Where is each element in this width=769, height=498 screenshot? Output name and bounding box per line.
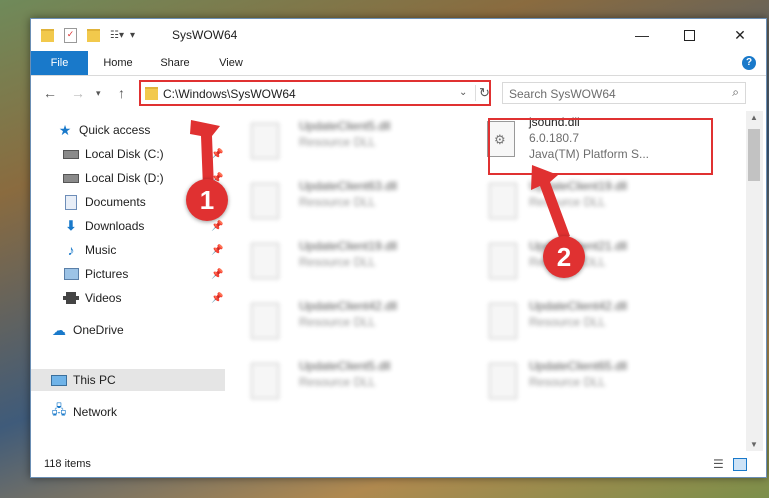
folder-icon	[145, 87, 158, 100]
sidebar-item-local-disk-c[interactable]: Local Disk (C:) 📌	[31, 143, 225, 165]
star-icon: ★	[58, 121, 72, 138]
file-item[interactable]: UpdateClient42.dll Resource DLL	[226, 295, 446, 345]
dll-file-icon	[484, 181, 520, 221]
sidebar-item-pictures[interactable]: Pictures 📌	[31, 263, 225, 285]
window-title: SysWOW64	[172, 28, 238, 42]
large-icons-view-icon[interactable]	[733, 458, 747, 471]
toolbar-dropdown-icon[interactable]: ▾	[130, 30, 135, 41]
status-bar: 118 items ☰	[31, 451, 766, 477]
up-arrow-icon[interactable]: ↑	[118, 85, 125, 101]
minimize-icon: —	[635, 27, 649, 43]
dll-file-icon	[246, 361, 282, 401]
sidebar-item-network[interactable]: 🖧 Network	[31, 401, 225, 423]
tab-share[interactable]: Share	[155, 51, 195, 75]
pin-icon[interactable]: 📌	[211, 293, 223, 304]
sidebar-item-this-pc[interactable]: This PC	[31, 369, 225, 391]
computer-icon	[51, 372, 67, 388]
dll-file-icon	[246, 181, 282, 221]
scroll-up-icon[interactable]: ▲	[750, 113, 758, 122]
ribbon: File Home Share View ?	[31, 51, 766, 76]
drive-icon	[63, 146, 79, 162]
sidebar-item-videos[interactable]: Videos 📌	[31, 287, 225, 309]
file-item[interactable]: UpdateClient19.dll Resource DLL	[464, 175, 684, 225]
onedrive-icon: ☁	[52, 321, 66, 338]
pin-icon[interactable]: 📌	[211, 245, 223, 256]
file-item[interactable]: UpdateClient5.dll Resource DLL	[226, 115, 446, 165]
file-item[interactable]: UpdateClient63.dll Resource DLL	[226, 175, 446, 225]
details-view-icon[interactable]: ☰	[713, 457, 724, 471]
tab-view[interactable]: View	[211, 51, 251, 75]
vertical-scrollbar[interactable]: ▲ ▼	[746, 111, 763, 451]
refresh-icon[interactable]: ↻	[475, 85, 490, 101]
search-icon[interactable]: ⌕	[732, 85, 739, 100]
music-icon: ♪	[67, 242, 75, 258]
scroll-thumb[interactable]	[748, 129, 760, 181]
customize-toolbar-icon[interactable]: ☷▾	[110, 30, 124, 41]
tab-file[interactable]: File	[31, 51, 88, 75]
file-item[interactable]: UpdateClient65.dll Resource DLL	[464, 355, 684, 405]
drive-icon	[63, 170, 79, 186]
pin-icon[interactable]: 📌	[211, 149, 223, 160]
pin-icon[interactable]: 📌	[211, 221, 223, 232]
close-icon: ✕	[734, 26, 746, 43]
network-icon: 🖧	[51, 402, 67, 417]
address-path[interactable]: C:\Windows\SysWOW64	[163, 87, 296, 101]
scroll-down-icon[interactable]: ▼	[750, 440, 758, 449]
title-bar: ✓ ☷▾ ▾ SysWOW64 — ✕	[31, 19, 766, 51]
sidebar-item-onedrive[interactable]: ☁ OneDrive	[31, 319, 225, 341]
new-folder-icon[interactable]	[87, 28, 100, 42]
highlight-box	[488, 118, 713, 175]
quick-access-toolbar: ✓ ☷▾ ▾	[41, 26, 135, 44]
navigation-bar: ← → ▾ ↑ C:\Windows\SysWOW64 ⌄ ↻ ⌕	[31, 76, 766, 110]
dll-file-icon	[246, 301, 282, 341]
properties-icon[interactable]: ✓	[64, 27, 77, 43]
dll-file-icon	[246, 241, 282, 281]
pictures-icon	[63, 266, 79, 282]
pin-icon[interactable]: 📌	[211, 269, 223, 280]
documents-icon	[63, 194, 79, 210]
search-input[interactable]	[507, 85, 721, 103]
step-2-badge: 2	[543, 236, 585, 278]
minimize-button[interactable]: —	[619, 19, 665, 51]
forward-arrow-icon[interactable]: →	[71, 85, 85, 101]
search-box[interactable]: ⌕	[502, 82, 746, 104]
maximize-button[interactable]	[666, 19, 712, 51]
dll-file-icon	[484, 361, 520, 401]
tab-home[interactable]: Home	[98, 51, 138, 75]
address-bar[interactable]: C:\Windows\SysWOW64 ⌄ ↻	[139, 80, 491, 106]
file-item[interactable]: UpdateClient5.dll Resource DLL	[226, 355, 446, 405]
recent-locations-icon[interactable]: ▾	[96, 88, 101, 99]
back-arrow-icon[interactable]: ←	[43, 85, 57, 101]
dll-file-icon	[484, 301, 520, 341]
dll-file-icon	[484, 241, 520, 281]
downloads-icon: ⬇	[65, 218, 77, 233]
help-icon[interactable]: ?	[742, 56, 756, 70]
videos-icon	[63, 290, 79, 306]
dll-file-icon	[246, 121, 282, 161]
file-item[interactable]: UpdateClient42.dll Resource DLL	[464, 295, 684, 345]
sidebar-item-music[interactable]: ♪ Music 📌	[31, 239, 225, 261]
navigation-pane: ★ Quick access Local Disk (C:) 📌 Local D…	[31, 111, 225, 451]
close-button[interactable]: ✕	[717, 19, 763, 51]
folder-icon[interactable]	[41, 28, 54, 42]
item-count: 118 items	[44, 458, 91, 470]
file-explorer-window: ✓ ☷▾ ▾ SysWOW64 — ✕ File Home Share View…	[30, 18, 767, 478]
sidebar-item-quick-access[interactable]: ★ Quick access	[31, 119, 225, 141]
address-dropdown-icon[interactable]: ⌄	[459, 87, 467, 98]
maximize-icon	[683, 29, 695, 41]
file-item[interactable]: UpdateClient19.dll Resource DLL	[226, 235, 446, 285]
step-1-badge: 1	[186, 179, 228, 221]
